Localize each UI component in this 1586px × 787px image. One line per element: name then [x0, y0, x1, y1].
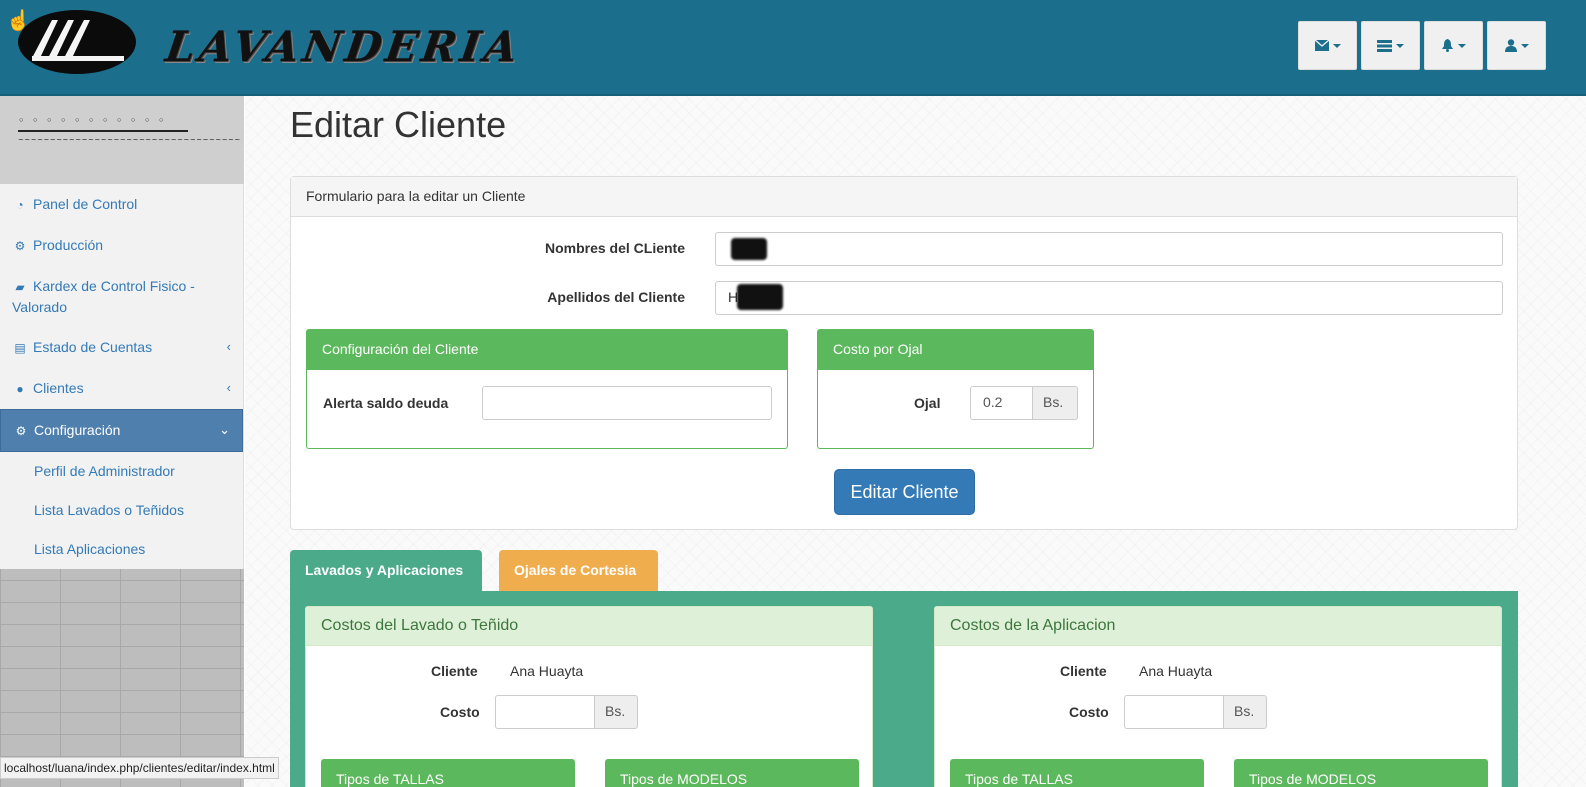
costo-input[interactable]: [1124, 695, 1224, 729]
edit-client-form-panel: Formulario para la editar un Cliente Nom…: [290, 176, 1518, 530]
alerts-button[interactable]: [1424, 21, 1483, 70]
sidebar-item-clientes[interactable]: ● Clientes ‹: [0, 368, 243, 409]
redacted-text: [737, 284, 783, 310]
sidebar-subitem-perfil-administrador[interactable]: Perfil de Administrador: [0, 452, 243, 491]
sidebar-item-label: Producción: [33, 237, 104, 253]
currency-addon: Bs.: [594, 695, 638, 729]
mouse-pointer-icon: ☝: [6, 10, 31, 32]
tasks-icon: [1377, 39, 1392, 52]
currency-addon: Bs.: [1032, 386, 1078, 420]
apellidos-input[interactable]: H: [715, 281, 1503, 315]
sidebar-item-estado-de-cuentas[interactable]: ▤ Estado de Cuentas ‹: [0, 327, 243, 368]
sidebar-item-label: Kardex de Control Fisico - Valorado: [12, 278, 195, 315]
costos-aplicacion-panel: Costos de la Aplicacion Cliente Ana Huay…: [934, 606, 1502, 787]
cliente-label: Cliente: [1060, 663, 1107, 679]
costo-label: Costo: [440, 704, 480, 720]
nombres-row: Nombres del CLiente: [291, 232, 1517, 266]
banner-ornament: ~~~~~~~~~~~~~~~~~~~~~~~~~~~~~~~~~~~: [18, 136, 241, 144]
folder-open-icon: ▰: [15, 280, 25, 294]
logo[interactable]: LAVANDERIA: [16, 6, 524, 82]
sidebar-subitem-lista-aplicaciones[interactable]: Lista Aplicaciones: [0, 530, 243, 569]
config-cliente-panel: Configuración del Cliente Alerta saldo d…: [306, 329, 788, 449]
caret-down-icon: [1332, 43, 1341, 48]
tasks-button[interactable]: [1361, 21, 1420, 70]
page-title: Editar Cliente: [290, 104, 507, 145]
sidebar-item-label: Panel de Control: [33, 196, 138, 212]
chevron-left-icon: ‹: [226, 339, 231, 354]
cliente-label: Cliente: [431, 663, 478, 679]
sidebar-item-label: Clientes: [33, 380, 84, 396]
sidebar-item-panel-de-control[interactable]: ◔ Panel de Control: [0, 184, 243, 225]
user-icon: [1504, 39, 1517, 52]
costo-ojal-heading: Costo por Ojal: [818, 330, 1093, 370]
sidebar-item-configuracion[interactable]: ⚙ Configuración ⌄: [0, 409, 243, 452]
tab-content: Costos del Lavado o Teñido Cliente Ana H…: [290, 591, 1518, 787]
tipos-tallas-heading: Tipos de TALLAS: [950, 759, 1204, 787]
caret-down-icon: [1458, 43, 1466, 48]
bell-icon: [1442, 39, 1453, 52]
logo-text: LAVANDERIA: [162, 22, 525, 71]
main-content: Editar Cliente Formulario para la editar…: [245, 96, 1586, 787]
dashboard-icon: ◔: [16, 198, 24, 212]
nombres-input[interactable]: [715, 232, 1503, 266]
tab-ojales-cortesia[interactable]: Ojales de Cortesia: [499, 550, 658, 592]
alerta-saldo-input[interactable]: [482, 386, 772, 420]
cliente-value: Ana Huayta: [510, 663, 584, 679]
chevron-down-icon: ⌄: [219, 422, 230, 437]
top-navbar: LAVANDERIA ☝: [0, 0, 1586, 96]
form-panel-heading: Formulario para la editar un Cliente: [291, 177, 1517, 217]
tipos-modelos-heading: Tipos de MODELOS: [1234, 759, 1488, 787]
costo-label: Costo: [1069, 704, 1109, 720]
costos-lavado-heading: Costos del Lavado o Teñido: [306, 607, 872, 646]
tab-lavados-aplicaciones[interactable]: Lavados y Aplicaciones: [290, 550, 482, 592]
config-cliente-heading: Configuración del Cliente: [307, 330, 787, 370]
costo-input[interactable]: [495, 695, 595, 729]
sidebar-item-kardex[interactable]: ▰ Kardex de Control Fisico - Valorado: [0, 266, 243, 327]
sidebar-item-label: Configuración: [34, 422, 121, 438]
gears-icon: ⚙: [15, 424, 27, 438]
sidebar-item-label: Estado de Cuentas: [33, 339, 153, 355]
logo-emblem-icon: [18, 10, 136, 74]
user-icon: ●: [16, 382, 24, 396]
tipos-modelos-heading: Tipos de MODELOS: [605, 759, 859, 787]
apellidos-row: Apellidos del Cliente H: [291, 281, 1517, 315]
chevron-left-icon: ‹: [226, 380, 231, 395]
currency-addon: Bs.: [1223, 695, 1267, 729]
envelope-icon: [1314, 40, 1329, 51]
cliente-value: Ana Huayta: [1139, 663, 1213, 679]
tipos-tallas-heading: Tipos de TALLAS: [321, 759, 575, 787]
ojal-label: Ojal: [914, 395, 941, 411]
costo-ojal-panel: Costo por Ojal Ojal 0.2 Bs.: [817, 329, 1094, 449]
sidebar: ◦ ◦ ◦ ◦ ◦ ◦ ◦ ◦ ◦ ◦ ◦ ~~~~~~~~~~~~~~~~~~…: [0, 96, 244, 787]
costos-lavado-panel: Costos del Lavado o Teñido Cliente Ana H…: [305, 606, 873, 787]
user-menu-button[interactable]: [1487, 21, 1546, 70]
sidebar-item-produccion[interactable]: ⚙ Producción: [0, 225, 243, 266]
ojal-input[interactable]: 0.2: [970, 386, 1033, 420]
gear-icon: ⚙: [14, 239, 26, 253]
editar-cliente-button[interactable]: Editar Cliente: [834, 469, 975, 515]
redacted-text: [731, 238, 767, 260]
apellidos-label: Apellidos del Cliente: [547, 289, 685, 305]
banner-divider: [18, 130, 188, 132]
messages-button[interactable]: [1298, 21, 1357, 70]
browser-status-url: localhost/luana/index.php/clientes/edita…: [0, 757, 279, 779]
nombres-label: Nombres del CLiente: [544, 240, 685, 256]
file-icon: ▤: [14, 341, 26, 355]
costos-aplicacion-heading: Costos de la Aplicacion: [935, 607, 1501, 646]
sidebar-subitem-lista-lavados[interactable]: Lista Lavados o Teñidos: [0, 491, 243, 530]
banner-ornament: ◦ ◦ ◦ ◦ ◦ ◦ ◦ ◦ ◦ ◦ ◦: [18, 114, 167, 127]
sidebar-brand-banner: ◦ ◦ ◦ ◦ ◦ ◦ ◦ ◦ ◦ ◦ ◦ ~~~~~~~~~~~~~~~~~~…: [0, 96, 244, 184]
caret-down-icon: [1520, 43, 1529, 48]
sidebar-menu: ◔ Panel de Control ⚙ Producción ▰ Kardex de…: [0, 184, 244, 569]
alerta-saldo-label: Alerta saldo deuda: [323, 395, 449, 411]
caret-down-icon: [1396, 43, 1404, 48]
